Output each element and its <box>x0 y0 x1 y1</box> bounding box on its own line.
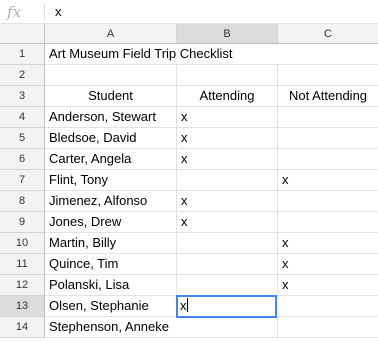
student-name-cell[interactable]: Carter, Angela <box>45 149 177 170</box>
row-header[interactable]: 10 <box>0 233 45 254</box>
table-row: 2 <box>0 65 378 86</box>
cell-c1[interactable] <box>278 44 378 65</box>
student-name-cell[interactable]: Quince, Tim <box>45 254 177 275</box>
row-header[interactable]: 13 <box>0 296 45 317</box>
column-header-c[interactable]: C <box>278 24 378 44</box>
not-attending-cell[interactable]: x <box>278 170 378 191</box>
attending-cell[interactable]: x <box>177 107 278 128</box>
attending-cell[interactable] <box>177 254 278 275</box>
row-header[interactable]: 3 <box>0 86 45 107</box>
not-attending-cell[interactable] <box>278 128 378 149</box>
student-name-cell[interactable]: Bledsoe, David <box>45 128 177 149</box>
table-row: 1 Art Museum Field Trip Checklist <box>0 44 378 65</box>
student-name-cell[interactable]: Flint, Tony <box>45 170 177 191</box>
cell-a2[interactable] <box>45 65 177 86</box>
row-header[interactable]: 12 <box>0 275 45 296</box>
table-row: 8 Jimenez, Alfonso x <box>0 191 378 212</box>
header-attending-cell[interactable]: Attending <box>177 86 278 107</box>
row-header[interactable]: 11 <box>0 254 45 275</box>
student-name-cell[interactable]: Jimenez, Alfonso <box>45 191 177 212</box>
attending-cell[interactable]: x <box>177 212 278 233</box>
student-name-cell[interactable]: Jones, Drew <box>45 212 177 233</box>
attending-cell[interactable] <box>177 317 278 338</box>
student-name-cell[interactable]: Stephenson, Anneke <box>45 317 177 338</box>
not-attending-cell[interactable] <box>278 149 378 170</box>
attending-cell[interactable] <box>177 170 278 191</box>
student-name-cell[interactable]: Anderson, Stewart <box>45 107 177 128</box>
row-header[interactable]: 1 <box>0 44 45 65</box>
table-row: 6 Carter, Angela x <box>0 149 378 170</box>
attending-cell[interactable]: x <box>177 128 278 149</box>
attending-cell[interactable] <box>177 233 278 254</box>
row-header[interactable]: 4 <box>0 107 45 128</box>
not-attending-cell[interactable] <box>278 191 378 212</box>
row-header[interactable]: 2 <box>0 65 45 86</box>
table-row: 3 Student Attending Not Attending <box>0 86 378 107</box>
cell-b2[interactable] <box>177 65 278 86</box>
table-row: 12 Polanski, Lisa x <box>0 275 378 296</box>
not-attending-cell[interactable] <box>278 317 378 338</box>
table-row: 7 Flint, Tony x <box>0 170 378 191</box>
attending-cell[interactable]: x <box>177 191 278 212</box>
title-cell[interactable]: Art Museum Field Trip Checklist <box>45 44 278 65</box>
header-student-cell[interactable]: Student <box>45 86 177 107</box>
not-attending-cell[interactable]: x <box>278 254 378 275</box>
cell-c2[interactable] <box>278 65 378 86</box>
student-name-cell[interactable]: Martin, Billy <box>45 233 177 254</box>
table-row: 13 Olsen, Stephanie x <box>0 295 378 318</box>
row-header[interactable]: 8 <box>0 191 45 212</box>
row-header[interactable]: 14 <box>0 317 45 338</box>
formula-bar-divider <box>44 3 45 21</box>
not-attending-cell[interactable] <box>278 107 378 128</box>
table-row: 5 Bledsoe, David x <box>0 128 378 149</box>
fx-icon: fx <box>7 3 22 21</box>
student-name-cell[interactable]: Olsen, Stephanie <box>45 296 177 317</box>
column-header-a[interactable]: A <box>45 24 177 44</box>
not-attending-cell[interactable] <box>278 296 378 317</box>
table-row: 4 Anderson, Stewart x <box>0 107 378 128</box>
row-header[interactable]: 5 <box>0 128 45 149</box>
spreadsheet-grid[interactable]: A B C 1 Art Museum Field Trip Checklist … <box>0 24 378 341</box>
not-attending-cell[interactable] <box>278 212 378 233</box>
row-header[interactable]: 6 <box>0 149 45 170</box>
table-row: 11 Quince, Tim x <box>0 254 378 275</box>
table-row: 14 Stephenson, Anneke <box>0 317 378 338</box>
select-all-corner[interactable] <box>0 24 45 44</box>
not-attending-cell[interactable]: x <box>278 275 378 296</box>
active-cell-editor[interactable]: x <box>176 295 277 318</box>
formula-bar: fx x <box>0 0 378 24</box>
formula-input[interactable]: x <box>55 4 365 20</box>
attending-cell[interactable] <box>177 275 278 296</box>
not-attending-cell[interactable]: x <box>278 233 378 254</box>
column-header-b[interactable]: B <box>177 24 278 44</box>
row-header[interactable]: 9 <box>0 212 45 233</box>
table-row: 10 Martin, Billy x <box>0 233 378 254</box>
header-not-attending-cell[interactable]: Not Attending <box>278 86 378 107</box>
text-cursor <box>186 298 188 312</box>
attending-cell[interactable]: x <box>177 149 278 170</box>
row-header[interactable]: 7 <box>0 170 45 191</box>
table-row: 9 Jones, Drew x <box>0 212 378 233</box>
student-name-cell[interactable]: Polanski, Lisa <box>45 275 177 296</box>
